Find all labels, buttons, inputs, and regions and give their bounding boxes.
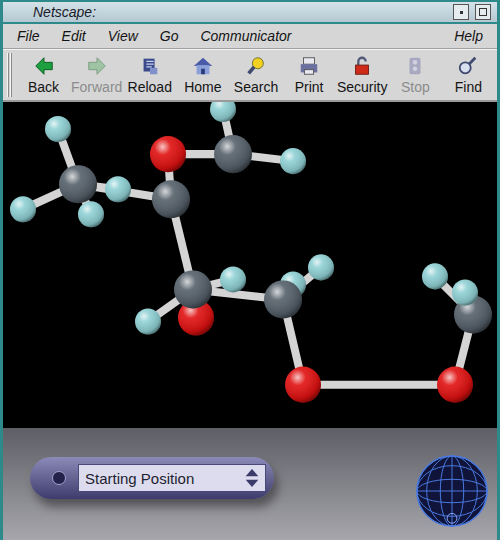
atom [105, 176, 131, 202]
atom [308, 254, 334, 280]
up-down-arrows-icon[interactable] [243, 467, 261, 489]
navigation-globe-icon[interactable] [413, 452, 491, 530]
toolbar: BackForwardReloadHomeSearchPrintSecurity… [3, 49, 497, 102]
atom [264, 280, 302, 318]
menu-item[interactable]: View [108, 28, 138, 44]
tool-6-icon [351, 55, 373, 77]
minimize-button[interactable] [453, 4, 469, 20]
menu-item[interactable]: Communicator [200, 28, 291, 44]
toolbar-button[interactable]: Security [336, 53, 389, 97]
tool-8-icon [457, 55, 479, 77]
title-bar: Netscape: [3, 2, 497, 24]
menu-bar: File Edit View Go Communicator Help [3, 24, 497, 49]
atom [45, 116, 71, 142]
atom [10, 196, 36, 222]
toolbar-button[interactable]: Home [176, 53, 229, 97]
atom [135, 308, 161, 334]
menu-item[interactable]: Edit [62, 28, 86, 44]
window-title: Netscape: [33, 4, 447, 20]
atom [59, 165, 97, 203]
toolbar-button[interactable]: Search [229, 53, 282, 97]
atom [422, 263, 448, 289]
toolbar-button[interactable]: Print [283, 53, 336, 97]
toolbar-button[interactable]: Reload [123, 53, 176, 97]
tool-0-icon [33, 55, 55, 77]
atom [220, 266, 246, 292]
atom [214, 135, 252, 173]
atom [210, 102, 236, 122]
maximize-button[interactable] [475, 4, 491, 20]
atom [280, 148, 306, 174]
toolbar-button[interactable]: Back [17, 53, 70, 97]
vrml-scene[interactable]: Starting Position [3, 102, 497, 540]
toolbar-button[interactable]: Find [442, 53, 495, 97]
viewpoint-dot-icon[interactable] [52, 471, 66, 485]
help-menu[interactable]: Help [454, 28, 483, 44]
menu-item[interactable]: Go [160, 28, 179, 44]
toolbar-button: Stop [389, 53, 442, 97]
atom [437, 367, 473, 403]
tool-3-icon [192, 55, 214, 77]
menu-item[interactable]: File [17, 28, 40, 44]
atom [174, 270, 212, 308]
tool-2-icon [139, 55, 161, 77]
bond [303, 381, 455, 389]
tool-7-icon [404, 55, 426, 77]
toolbar-grip[interactable] [7, 53, 13, 97]
viewpoint-selector[interactable]: Starting Position [30, 457, 274, 499]
atom [152, 180, 190, 218]
tool-1-icon [86, 55, 108, 77]
tool-5-icon [298, 55, 320, 77]
atom [150, 136, 186, 172]
viewpoint-field[interactable]: Starting Position [78, 464, 266, 492]
atom [285, 367, 321, 403]
atom [452, 279, 478, 305]
atom [78, 201, 104, 227]
toolbar-button: Forward [70, 53, 123, 97]
tool-4-icon [245, 55, 267, 77]
browser-window: Netscape: File Edit View Go Communicator Help B… [0, 0, 500, 540]
